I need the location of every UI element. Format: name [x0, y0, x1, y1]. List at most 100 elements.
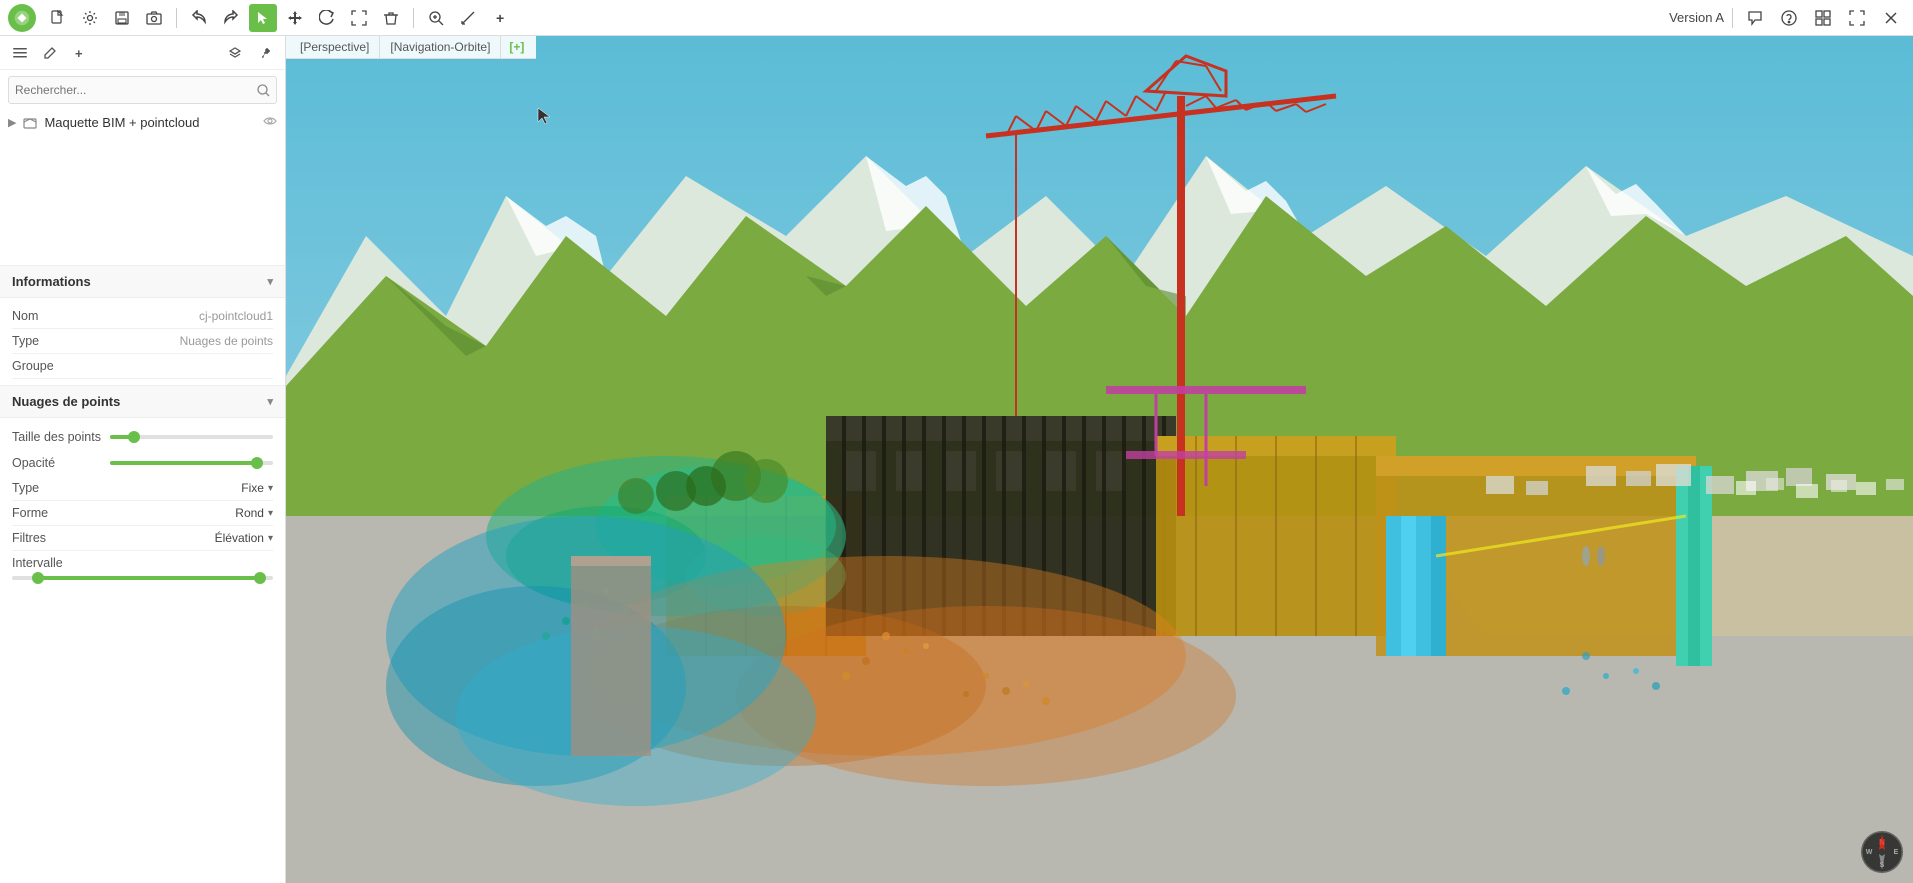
opacite-label: Opacité	[12, 456, 102, 470]
taille-points-label: Taille des points	[12, 430, 102, 444]
intervalle-thumb-left[interactable]	[32, 572, 44, 584]
edit-panel-button[interactable]	[38, 41, 62, 65]
type-dropdown[interactable]: Fixe ▾	[241, 481, 273, 495]
taille-points-track	[110, 435, 273, 439]
filtres-dropdown[interactable]: Élévation ▾	[215, 531, 273, 545]
type-dropdown-arrow: ▾	[268, 483, 273, 494]
reset-button[interactable]	[313, 4, 341, 32]
eye-icon[interactable]	[263, 114, 277, 131]
search-input[interactable]	[15, 83, 257, 97]
prop-nom-label: Nom	[12, 309, 102, 323]
prop-nom: Nom cj-pointcloud1	[12, 304, 273, 329]
viewport-tab-add[interactable]: [+]	[501, 36, 532, 58]
grid-button[interactable]	[1809, 4, 1837, 32]
add-panel-button[interactable]: +	[68, 41, 92, 65]
layers-button[interactable]	[223, 41, 247, 65]
pin-button[interactable]	[253, 41, 277, 65]
intervalle-thumb-right[interactable]	[254, 572, 266, 584]
top-toolbar: + Version A	[0, 0, 1913, 36]
prop-type: Type Nuages de points	[12, 329, 273, 354]
empty-space	[0, 135, 285, 265]
prop-forme: Forme Rond ▾	[12, 501, 273, 526]
save-button[interactable]	[108, 4, 136, 32]
forme-dropdown[interactable]: Rond ▾	[235, 506, 273, 520]
tree-item-maquette[interactable]: ▶ Maquette BIM + pointcloud	[0, 110, 285, 135]
separator-2	[413, 8, 414, 28]
scene-3d[interactable]	[286, 36, 1913, 883]
informations-content: Nom cj-pointcloud1 Type Nuages de points…	[0, 298, 285, 385]
svg-text:+: +	[75, 46, 83, 60]
redo-button[interactable]	[217, 4, 245, 32]
section-nuages-title: Nuages de points	[12, 394, 120, 409]
opacite-thumb[interactable]	[251, 457, 263, 469]
prop-forme-label: Forme	[12, 506, 102, 520]
prop-nom-value: cj-pointcloud1	[199, 309, 273, 323]
measure-button[interactable]	[454, 4, 482, 32]
section-informations-title: Informations	[12, 274, 91, 289]
svg-text:N: N	[1879, 838, 1885, 847]
nuages-content: Taille des points Opacité Type Fixe	[0, 418, 285, 591]
tree-item-icon	[22, 115, 38, 131]
toolbar-right	[1741, 4, 1905, 32]
svg-text:W: W	[1866, 849, 1873, 856]
chat-button[interactable]	[1741, 4, 1769, 32]
settings-button[interactable]	[76, 4, 104, 32]
move-button[interactable]	[281, 4, 309, 32]
type-dropdown-value: Fixe	[241, 481, 264, 495]
prop-filtres-label: Filtres	[12, 531, 102, 545]
intervalle-fill	[38, 576, 260, 580]
app-logo[interactable]	[8, 4, 36, 32]
viewport-tab-navigation[interactable]: [Navigation-Orbite]	[380, 36, 501, 58]
viewport-tab-perspective[interactable]: [Perspective]	[290, 36, 380, 58]
chevron-nuages-icon: ▾	[267, 395, 273, 408]
fit-button[interactable]	[345, 4, 373, 32]
svg-text:+: +	[496, 10, 504, 26]
help-button[interactable]	[1775, 4, 1803, 32]
svg-text:S: S	[1880, 862, 1885, 869]
intervalle-track	[12, 576, 273, 580]
menu-button[interactable]	[8, 41, 32, 65]
undo-button[interactable]	[185, 4, 213, 32]
forme-dropdown-arrow: ▾	[268, 508, 273, 519]
close-button[interactable]	[1877, 4, 1905, 32]
viewport[interactable]: [Perspective] [Navigation-Orbite] [+]	[286, 36, 1913, 883]
zoom-button[interactable]	[422, 4, 450, 32]
separator-1	[176, 8, 177, 28]
chevron-up-icon: ▾	[267, 275, 273, 288]
filtres-dropdown-arrow: ▾	[268, 533, 273, 544]
intervalle-label: Intervalle	[12, 556, 102, 570]
panel-toolbar: +	[0, 36, 285, 70]
filtres-dropdown-value: Élévation	[215, 531, 264, 545]
fullscreen-button[interactable]	[1843, 4, 1871, 32]
search-bar[interactable]	[8, 76, 277, 104]
tree-item-label: Maquette BIM + pointcloud	[44, 115, 199, 130]
add-view-button[interactable]: +	[486, 4, 514, 32]
compass: N S W E	[1861, 831, 1903, 873]
prop-type-nuage-label: Type	[12, 481, 102, 495]
taille-points-thumb[interactable]	[128, 431, 140, 443]
taille-points-row: Taille des points	[12, 424, 273, 450]
prop-intervalle: Intervalle	[12, 551, 273, 585]
camera-button[interactable]	[140, 4, 168, 32]
prop-type-value: Nuages de points	[180, 334, 273, 348]
search-icon	[257, 84, 270, 97]
prop-type-label: Type	[12, 334, 102, 348]
separator-3	[1732, 8, 1733, 28]
opacite-row: Opacité	[12, 450, 273, 476]
forme-dropdown-value: Rond	[235, 506, 264, 520]
select-button[interactable]	[249, 4, 277, 32]
file-new-button[interactable]	[44, 4, 72, 32]
section-informations[interactable]: Informations ▾	[0, 265, 285, 298]
opacite-fill	[110, 461, 257, 465]
delete-button[interactable]	[377, 4, 405, 32]
left-panel: + ▶ Maquette BIM + pointc	[0, 36, 286, 883]
viewport-tabs: [Perspective] [Navigation-Orbite] [+]	[286, 36, 536, 59]
prop-filtres: Filtres Élévation ▾	[12, 526, 273, 551]
version-label: Version A	[1669, 10, 1724, 25]
svg-text:E: E	[1894, 849, 1899, 856]
prop-groupe: Groupe	[12, 354, 273, 379]
tree-arrow-icon: ▶	[8, 116, 16, 129]
opacite-track	[110, 461, 273, 465]
prop-type-nuage: Type Fixe ▾	[12, 476, 273, 501]
section-nuages[interactable]: Nuages de points ▾	[0, 385, 285, 418]
